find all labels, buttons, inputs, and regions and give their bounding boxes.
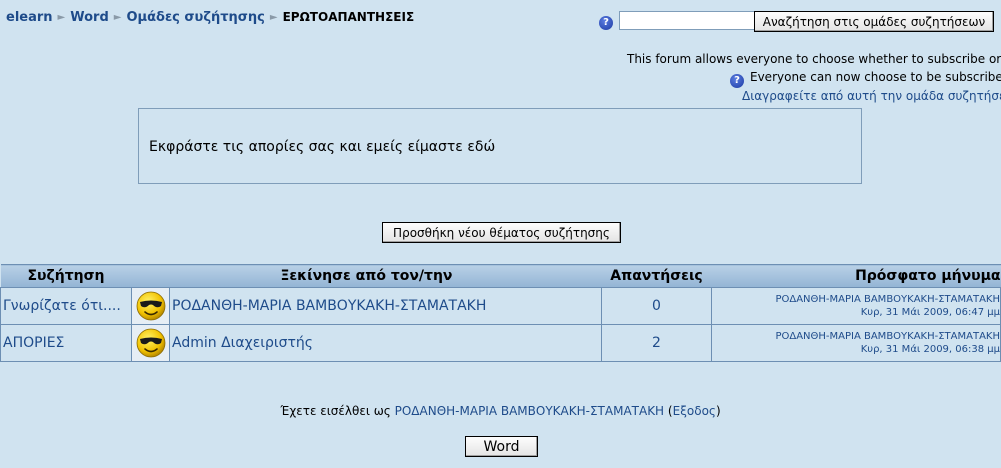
breadcrumb-item-word[interactable]: Word [70,10,109,25]
breadcrumb-separator: ► [269,12,278,23]
starter-link[interactable]: ΡΟΔΑΝΘΗ-ΜΑΡΙΑ ΒΑΜΒΟΥΚΑΚΗ-ΣΤΑΜΑΤΑΚΗ [172,298,486,314]
forum-intro-text: Εκφράστε τις απορίες σας και εμείς είμασ… [149,139,496,155]
add-discussion-button[interactable]: Προσθήκη νέου θέματος συζήτησης [382,222,621,243]
user-profile-link[interactable]: ΡΟΔΑΝΘΗ-ΜΑΡΙΑ ΒΑΜΒΟΥΚΑΚΗ-ΣΤΑΜΑΤΑΚΗ [395,404,664,418]
breadcrumb-separator: ► [57,12,66,23]
header-replies: Απαντήσεις [601,264,712,288]
replies-count[interactable]: 0 [652,298,661,314]
help-icon[interactable]: ? [730,74,744,88]
course-home-button[interactable]: Word [465,436,538,457]
breadcrumb-item-forums[interactable]: Ομάδες συζήτησης [126,10,264,25]
login-info-prefix: Έχετε εισέλθει ως [280,404,391,418]
table-header-row: Συζήτηση Ξεκίνησε από τον/την Απαντήσεις… [0,264,1001,288]
header-topic: Συζήτηση [0,264,132,288]
unsubscribe-link[interactable]: Διαγραφείτε από αυτή την ομάδα συζητήσεω… [742,89,1001,103]
search-forums-button[interactable]: Αναζήτηση στις ομάδες συζητήσεων [754,11,994,32]
header-starter: Ξεκίνησε από τον/την [131,264,602,288]
logout-link[interactable]: Εξοδος [673,404,716,418]
table-row: Γνωρίζατε ότι.... ΡΟΔΑΝΘΗ-ΜΑΡΙΑ ΒΑΜΒΟΥΚΑ… [0,287,1001,325]
search-input[interactable] [619,11,755,30]
breadcrumb-item-elearn[interactable]: elearn [6,10,53,25]
last-post-author[interactable]: ΡΟΔΑΝΘΗ-ΜΑΡΙΑ ΒΑΜΒΟΥΚΑΚΗ-ΣΤΑΜΑΤΑΚΗ [713,330,999,343]
smiley-sunglasses-icon[interactable] [135,327,167,359]
subscription-note: This forum allows everyone to choose whe… [627,52,1001,66]
forum-intro-box: Εκφράστε τις απορίες σας και εμείς είμασ… [138,108,862,184]
smiley-sunglasses-icon[interactable] [135,290,167,322]
last-post-date[interactable]: Κυρ, 31 Μάι 2009, 06:38 μμ [713,343,1000,356]
breadcrumb-separator: ► [113,12,122,23]
breadcrumb: elearn ► Word ► Ομάδες συζήτησης ► ΕΡΩΤΟΑΠΑΝΤΗ… [6,10,414,25]
subscription-status: ? Everyone can now choose to be subscribe… [730,70,1001,88]
breadcrumb-current: ΕΡΩΤΟΑΠΑΝΤΗΣΕΙΣ [282,10,415,24]
subscription-status-text: Everyone can now choose to be subscribed [750,70,1001,84]
discussion-table: Συζήτηση Ξεκίνησε από τον/την Απαντήσεις… [0,264,1001,362]
last-post-date[interactable]: Κυρ, 31 Μάι 2009, 06:47 μμ [713,306,1000,319]
last-post-author[interactable]: ΡΟΔΑΝΘΗ-ΜΑΡΙΑ ΒΑΜΒΟΥΚΑΚΗ-ΣΤΑΜΑΤΑΚΗ [713,293,999,306]
help-icon[interactable]: ? [599,16,613,30]
login-info: Έχετε εισέλθει ως ΡΟΔΑΝΘΗ-ΜΑΡΙΑ ΒΑΜΒΟΥΚΑ… [0,404,1001,418]
header-last-post: Πρόσφατο μήνυμα [711,264,1001,288]
logout-paren-close: ) [715,404,721,418]
topic-link[interactable]: Γνωρίζατε ότι.... [3,298,121,314]
table-row: ΑΠΟΡΙΕΣ Admin Διαχειριστής 2 ΡΟΔΑΝΘΗ-ΜΑΡ… [0,324,1001,362]
topic-link[interactable]: ΑΠΟΡΙΕΣ [3,335,64,351]
starter-link[interactable]: Admin Διαχειριστής [172,335,313,351]
replies-count[interactable]: 2 [652,335,661,351]
